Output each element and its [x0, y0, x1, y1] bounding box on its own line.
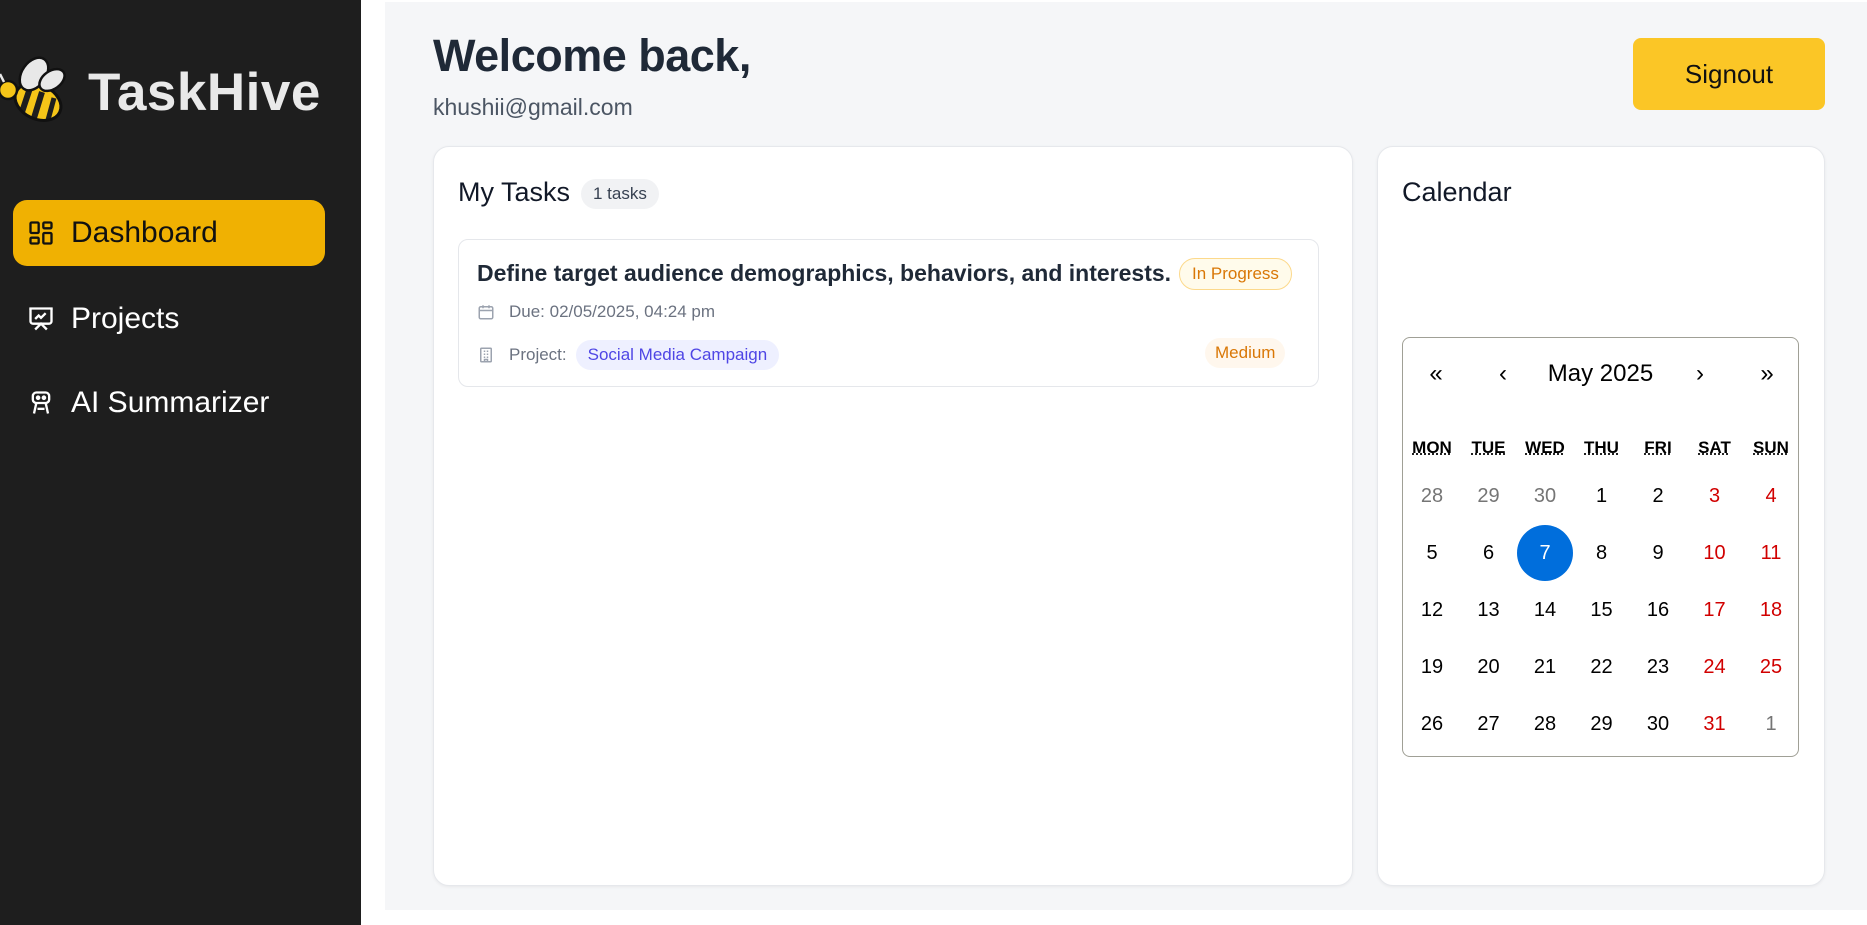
calendar-month-label[interactable]: May 2025 — [1548, 360, 1653, 387]
brand-name: TaskHive — [88, 62, 321, 122]
calendar-day[interactable]: 3 — [1687, 468, 1743, 524]
calendar-day[interactable]: 4 — [1743, 468, 1799, 524]
calendar-day[interactable]: 1 — [1743, 696, 1799, 752]
next-year-button[interactable]: » — [1745, 352, 1789, 396]
calendar-day[interactable]: 28 — [1404, 468, 1460, 524]
calendar-day[interactable]: 11 — [1743, 525, 1799, 581]
calendar-day[interactable]: 1 — [1574, 468, 1630, 524]
task-title: Define target audience demographics, beh… — [477, 260, 1172, 286]
status-badge: In Progress — [1179, 258, 1292, 290]
calendar-day[interactable]: 30 — [1630, 696, 1686, 752]
signout-button[interactable]: Signout — [1633, 38, 1825, 110]
calendar-day[interactable]: 14 — [1517, 582, 1573, 638]
calendar-widget: « ‹ › » May 2025 MON TUE WED THU FRI SAT SUN 28… — [1402, 337, 1799, 757]
calendar-day[interactable]: 25 — [1743, 639, 1799, 695]
sidebar-item-label: Projects — [71, 302, 180, 335]
dashboard-grid-icon — [26, 218, 56, 248]
weekday-label: TUE — [1471, 438, 1506, 457]
weekday-header: TUE — [1461, 438, 1517, 458]
calendar-day[interactable]: 5 — [1404, 525, 1460, 581]
calendar-day[interactable]: 2 — [1630, 468, 1686, 524]
sidebar-item-dashboard[interactable]: Dashboard — [13, 200, 325, 266]
project-label: Project: — [509, 345, 567, 364]
weekday-label: WED — [1525, 438, 1565, 457]
weekday-label: FRI — [1644, 438, 1672, 457]
calendar-day[interactable]: 24 — [1687, 639, 1743, 695]
calendar-day[interactable]: 15 — [1574, 582, 1630, 638]
calendar-day[interactable]: 9 — [1630, 525, 1686, 581]
project-tag[interactable]: Social Media Campaign — [575, 340, 780, 370]
calendar-day[interactable]: 10 — [1687, 525, 1743, 581]
bee-icon — [0, 56, 66, 122]
calendar-day[interactable]: 18 — [1743, 582, 1799, 638]
sidebar-item-label: AI Summarizer — [71, 386, 270, 419]
calendar-day[interactable]: 23 — [1630, 639, 1686, 695]
sidebar-item-label: Dashboard — [71, 216, 218, 249]
task-due-text: Due: 02/05/2025, 04:24 pm — [509, 302, 716, 321]
calendar-day[interactable]: 28 — [1517, 696, 1573, 752]
weekday-header: MON — [1404, 438, 1460, 458]
calendar-day[interactable]: 17 — [1687, 582, 1743, 638]
calendar-title: Calendar — [1402, 177, 1512, 207]
brand[interactable]: TaskHive — [0, 42, 321, 142]
presentation-chart-icon — [26, 304, 56, 334]
calendar-day[interactable]: 13 — [1461, 582, 1517, 638]
weekday-label: SAT — [1698, 438, 1731, 457]
building-icon — [477, 346, 495, 364]
sidebar: TaskHive Dashboard Projects AI Summarize… — [0, 0, 361, 925]
calendar-day[interactable]: 26 — [1404, 696, 1460, 752]
next-month-button[interactable]: › — [1678, 352, 1722, 396]
task-count-badge: 1 tasks — [581, 179, 659, 209]
robot-icon — [26, 388, 56, 418]
calendar-day[interactable]: 7 — [1517, 525, 1573, 581]
calendar-day[interactable]: 8 — [1574, 525, 1630, 581]
prev-year-button[interactable]: « — [1414, 352, 1458, 396]
task-card[interactable]: Define target audience demographics, beh… — [458, 239, 1319, 387]
calendar-card: Calendar « ‹ › » May 2025 MON TUE WED THU FR… — [1377, 146, 1825, 886]
calendar-day[interactable]: 27 — [1461, 696, 1517, 752]
task-due: Due: 02/05/2025, 04:24 pm — [477, 302, 715, 322]
sidebar-item-ai-summarizer[interactable]: AI Summarizer — [13, 370, 325, 436]
calendar-day[interactable]: 20 — [1461, 639, 1517, 695]
priority-badge: Medium — [1205, 338, 1286, 368]
weekday-header: THU — [1574, 438, 1630, 458]
main-content: Welcome back, khushii@gmail.com Signout … — [385, 2, 1867, 910]
calendar-icon — [477, 303, 495, 321]
prev-month-button[interactable]: ‹ — [1481, 352, 1525, 396]
weekday-header: SAT — [1687, 438, 1743, 458]
weekday-label: THU — [1584, 438, 1619, 457]
weekday-label: MON — [1412, 438, 1452, 457]
weekday-header: SUN — [1743, 438, 1799, 458]
sidebar-item-projects[interactable]: Projects — [13, 286, 325, 352]
page-title: Welcome back, — [433, 30, 751, 81]
weekday-header: FRI — [1630, 438, 1686, 458]
my-tasks-title: My Tasks — [458, 177, 571, 207]
user-email: khushii@gmail.com — [433, 94, 633, 120]
weekday-label: SUN — [1753, 438, 1789, 457]
calendar-day[interactable]: 21 — [1517, 639, 1573, 695]
calendar-day[interactable]: 6 — [1461, 525, 1517, 581]
calendar-day[interactable]: 31 — [1687, 696, 1743, 752]
calendar-day[interactable]: 30 — [1517, 468, 1573, 524]
calendar-day[interactable]: 16 — [1630, 582, 1686, 638]
calendar-day[interactable]: 19 — [1404, 639, 1460, 695]
calendar-day[interactable]: 22 — [1574, 639, 1630, 695]
task-project: Project: Social Media Campaign — [477, 340, 780, 370]
calendar-day[interactable]: 29 — [1461, 468, 1517, 524]
my-tasks-card: My Tasks 1 tasks Define target audience … — [433, 146, 1353, 886]
weekday-header: WED — [1517, 438, 1573, 458]
calendar-day[interactable]: 29 — [1574, 696, 1630, 752]
calendar-day[interactable]: 12 — [1404, 582, 1460, 638]
